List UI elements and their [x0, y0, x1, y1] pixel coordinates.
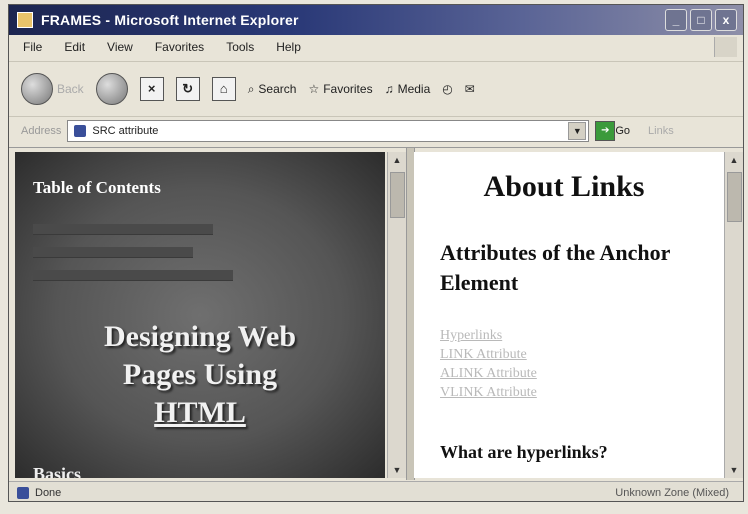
favorites-button[interactable]: ☆ Favorites [308, 82, 372, 96]
toc-title: Table of Contents [33, 178, 161, 197]
home-button[interactable]: ⌂ [211, 77, 236, 101]
scroll-thumb[interactable] [390, 172, 405, 218]
favorites-label: Favorites [323, 82, 373, 96]
address-value: SRC attribute [92, 125, 159, 137]
star-icon: ☆ [308, 82, 320, 96]
attribute-link-list: Hyperlinks LINK Attribute ALINK Attribut… [440, 328, 537, 404]
right-frame-scrollbar[interactable]: ▲ ▼ [724, 152, 743, 478]
question-heading: What are hyperlinks? [440, 442, 608, 462]
media-button[interactable]: ♫ Media [385, 82, 431, 96]
close-button[interactable]: x [715, 9, 737, 31]
history-button[interactable]: ◴ [442, 82, 452, 96]
hyperlink-link[interactable]: Hyperlinks [440, 328, 537, 344]
window-title: FRAMES - Microsoft Internet Explorer [41, 12, 299, 28]
title-bar: FRAMES - Microsoft Internet Explorer _ □… [9, 5, 743, 35]
toc-link-list [33, 224, 233, 293]
address-bar: Address SRC attribute ▼ ➔ Go Links [9, 117, 743, 145]
search-icon: ⌕ [247, 81, 255, 96]
maximize-button[interactable]: □ [690, 9, 712, 31]
left-frame: Table of Contents Designing Web Pages Us… [15, 152, 385, 478]
back-button[interactable]: Back [21, 73, 84, 105]
toc-link[interactable] [33, 224, 213, 235]
address-dropdown-button[interactable]: ▼ [568, 122, 587, 140]
minimize-button[interactable]: _ [665, 9, 687, 31]
vlink-attribute-link[interactable]: VLINK Attribute [440, 385, 537, 401]
scroll-up-arrow-icon[interactable]: ▲ [388, 152, 406, 168]
menu-favorites[interactable]: Favorites [155, 40, 204, 54]
browser-window: FRAMES - Microsoft Internet Explorer _ □… [8, 4, 744, 502]
menu-tools[interactable]: Tools [226, 40, 254, 54]
menu-bar: File Edit View Favorites Tools Help [9, 35, 743, 59]
go-label: Go [615, 125, 631, 137]
section-heading: Attributes of the Anchor Element [440, 240, 670, 295]
toc-link[interactable] [33, 270, 233, 281]
media-label: Media [397, 82, 431, 96]
links-label[interactable]: Links [648, 125, 674, 137]
back-label: Back [57, 82, 84, 96]
mail-icon: ✉ [464, 82, 475, 96]
status-bar: Done Unknown Zone (Mixed) [9, 481, 743, 501]
home-icon: ⌂ [211, 77, 236, 101]
stop-icon: × [139, 77, 164, 101]
scroll-thumb[interactable] [727, 172, 742, 222]
frameset: Table of Contents Designing Web Pages Us… [9, 147, 743, 480]
forward-button[interactable] [95, 73, 128, 105]
menu-view[interactable]: View [107, 40, 133, 54]
back-arrow-icon [21, 73, 53, 105]
title-line-1: Designing Web [104, 320, 296, 353]
go-arrow-icon: ➔ [595, 121, 616, 141]
go-button[interactable]: ➔ Go [595, 121, 630, 141]
scroll-down-arrow-icon[interactable]: ▼ [388, 462, 406, 478]
status-text: Done [35, 487, 62, 499]
media-icon: ♫ [384, 82, 394, 96]
windows-flag-icon [714, 37, 737, 57]
address-label: Address [21, 125, 62, 137]
page-done-icon [17, 487, 29, 499]
history-icon: ◴ [442, 82, 453, 96]
title-line-2: Pages Using [122, 358, 278, 391]
toolbar: Back × ↻ ⌂ ⌕ Search ☆ Favorites ♫ Media … [9, 61, 743, 117]
search-button[interactable]: ⌕ Search [248, 82, 297, 97]
page-heading: About Links [483, 170, 645, 203]
page-icon [74, 125, 87, 137]
refresh-button[interactable]: ↻ [175, 77, 200, 101]
stop-button[interactable]: × [139, 77, 164, 101]
alink-attribute-link[interactable]: ALINK Attribute [440, 366, 537, 382]
left-frame-bottom-text: Basics [33, 464, 82, 478]
scroll-up-arrow-icon[interactable]: ▲ [725, 152, 743, 168]
address-input[interactable]: SRC attribute ▼ [67, 120, 590, 142]
scroll-down-arrow-icon[interactable]: ▼ [725, 462, 743, 478]
forward-arrow-icon [95, 73, 128, 105]
window-controls: _ □ x [665, 9, 737, 31]
mail-button[interactable]: ✉ [465, 82, 475, 96]
title-line-3: HTML [154, 396, 246, 429]
ie-icon [17, 12, 33, 28]
link-attribute-link[interactable]: LINK Attribute [440, 347, 537, 363]
left-frame-title: Designing Web Pages Using HTML [15, 318, 385, 432]
menu-help[interactable]: Help [276, 40, 301, 54]
menu-edit[interactable]: Edit [64, 40, 85, 54]
search-label: Search [258, 82, 297, 96]
left-frame-scrollbar[interactable]: ▲ ▼ [387, 152, 406, 478]
menu-file[interactable]: File [23, 40, 42, 54]
toc-link[interactable] [33, 247, 193, 258]
refresh-icon: ↻ [175, 77, 200, 101]
right-frame: About Links Attributes of the Anchor Ele… [414, 152, 724, 478]
security-zone: Unknown Zone (Mixed) [615, 487, 729, 499]
